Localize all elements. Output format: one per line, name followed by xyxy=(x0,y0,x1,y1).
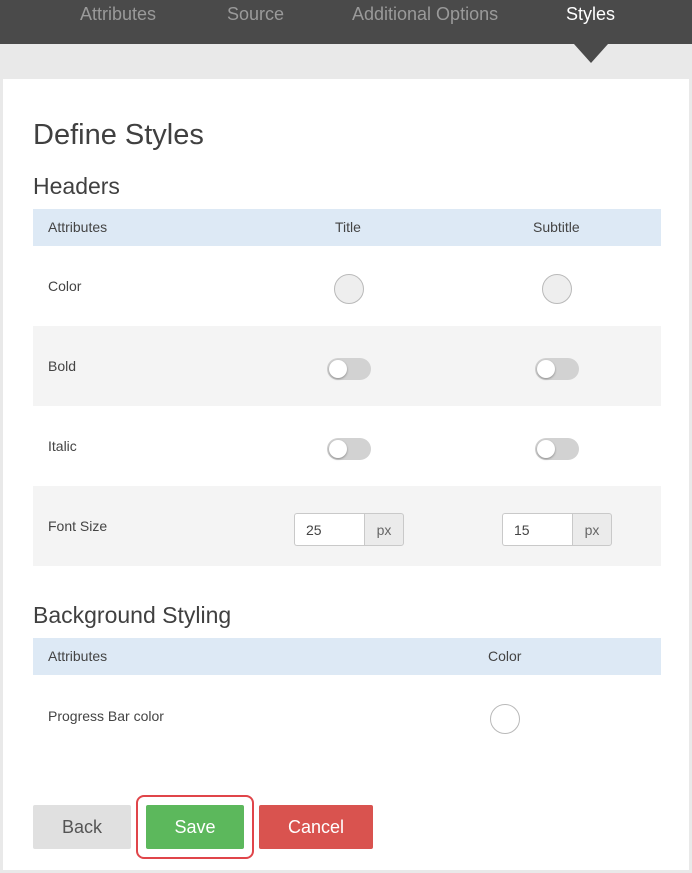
headers-table-header: Attributes Title Subtitle xyxy=(33,209,661,246)
title-font-size-group: px xyxy=(294,513,404,546)
col-attributes: Attributes xyxy=(48,219,108,235)
row-progress-bar-color: Progress Bar color xyxy=(33,675,661,753)
title-color-picker[interactable] xyxy=(334,274,364,304)
row-label-color: Color xyxy=(48,278,82,294)
toggle-knob xyxy=(537,360,555,378)
row-label-bold: Bold xyxy=(48,358,77,374)
toggle-knob xyxy=(329,360,347,378)
subtitle-font-size-unit: px xyxy=(572,513,612,546)
row-label-progress-bar-color: Progress Bar color xyxy=(48,708,164,724)
progress-bar-color-picker[interactable] xyxy=(490,704,520,734)
row-font-size: Font Size px px xyxy=(33,486,661,566)
col-subtitle: Subtitle xyxy=(533,219,580,235)
subtitle-color-picker[interactable] xyxy=(542,274,572,304)
back-button[interactable]: Back xyxy=(33,805,131,849)
tab-source[interactable]: Source xyxy=(227,4,284,25)
save-button[interactable]: Save xyxy=(146,805,244,849)
background-section-title: Background Styling xyxy=(33,602,232,628)
toggle-knob xyxy=(537,440,555,458)
styles-panel: Define Styles Headers Attributes Title S… xyxy=(3,79,689,870)
col-attributes: Attributes xyxy=(48,648,108,664)
tab-attributes[interactable]: Attributes xyxy=(80,4,156,25)
col-color: Color xyxy=(488,648,522,664)
background-table: Attributes Color Progress Bar color xyxy=(33,638,661,753)
tab-additional-options[interactable]: Additional Options xyxy=(352,4,498,25)
top-nav: Attributes Source Additional Options Sty… xyxy=(0,0,692,44)
row-label-italic: Italic xyxy=(48,438,77,454)
row-color: Color xyxy=(33,246,661,326)
col-title: Title xyxy=(335,219,361,235)
subtitle-italic-toggle[interactable] xyxy=(535,438,579,460)
title-bold-toggle[interactable] xyxy=(327,358,371,380)
page-title: Define Styles xyxy=(33,119,204,151)
title-font-size-unit: px xyxy=(364,513,404,546)
active-tab-pointer xyxy=(574,44,608,63)
row-label-font-size: Font Size xyxy=(48,518,108,534)
toggle-knob xyxy=(329,440,347,458)
background-table-header: Attributes Color xyxy=(33,638,661,675)
headers-table: Attributes Title Subtitle Color Bold Ita… xyxy=(33,209,661,566)
headers-section-title: Headers xyxy=(33,173,120,199)
row-italic: Italic xyxy=(33,406,661,486)
tab-styles[interactable]: Styles xyxy=(566,4,615,25)
subtitle-font-size-input[interactable] xyxy=(502,513,572,546)
title-font-size-input[interactable] xyxy=(294,513,364,546)
subtitle-font-size-group: px xyxy=(502,513,612,546)
subtitle-bold-toggle[interactable] xyxy=(535,358,579,380)
title-italic-toggle[interactable] xyxy=(327,438,371,460)
row-bold: Bold xyxy=(33,326,661,406)
cancel-button[interactable]: Cancel xyxy=(259,805,373,849)
